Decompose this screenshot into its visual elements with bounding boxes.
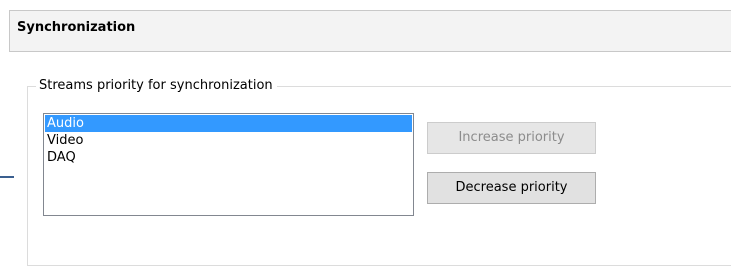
group-legend: Streams priority for synchronization [36, 78, 277, 93]
side-marker [0, 176, 14, 178]
stream-item-audio[interactable]: Audio [45, 115, 412, 132]
decrease-priority-button[interactable]: Decrease priority [427, 172, 596, 204]
streams-listbox[interactable]: Audio Video DAQ [43, 113, 414, 216]
section-title: Synchronization [17, 20, 136, 35]
increase-priority-button[interactable]: Increase priority [427, 122, 596, 154]
stream-item-video[interactable]: Video [45, 132, 412, 149]
stream-item-daq[interactable]: DAQ [45, 149, 412, 166]
